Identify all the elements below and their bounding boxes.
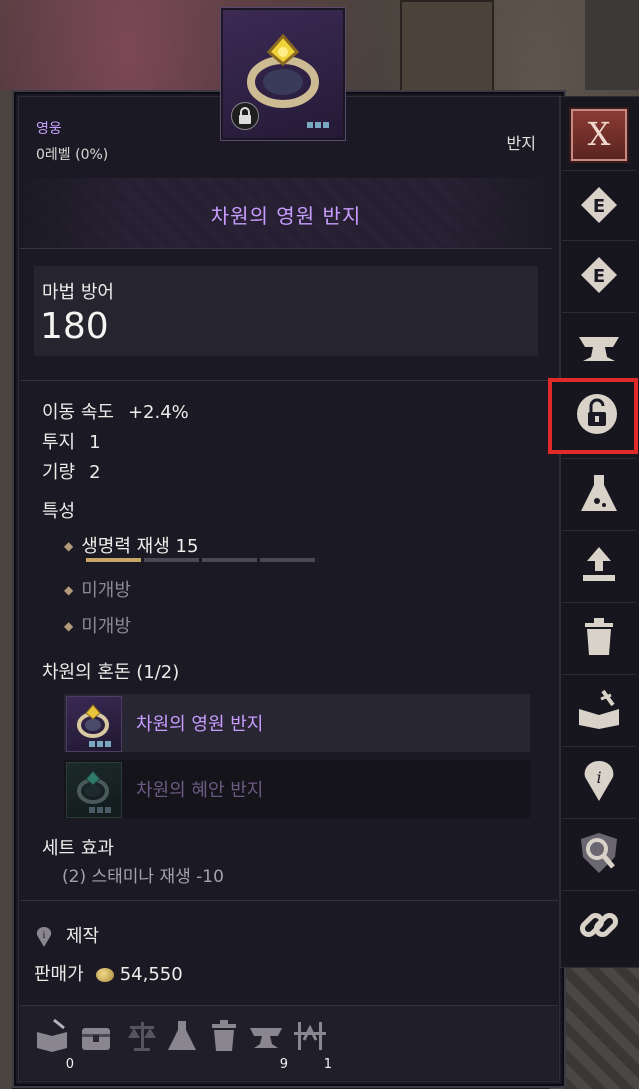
item-name-band: 차원의 영원 반지 [20, 178, 552, 249]
diamond-icon: ◆ [64, 583, 74, 597]
main-stat-value: 180 [40, 306, 109, 347]
background-edge [0, 90, 12, 1089]
icon-count: 9 [279, 1057, 288, 1072]
set-effect-title: 세트 효과 [42, 838, 114, 859]
alchemy-button[interactable] [562, 458, 636, 527]
trait-progress-segment [260, 558, 315, 562]
main-stat-label: 마법 방어 [42, 282, 114, 303]
trait-progress-bar [86, 558, 315, 562]
trait-row: ◆ 생명력 재생 15 [64, 532, 198, 558]
icon-count: 1 [323, 1057, 332, 1072]
socket-indicators [307, 122, 329, 128]
craft-row: i 제작 [36, 922, 99, 948]
anvil-icon[interactable]: 9 [248, 1018, 288, 1072]
book-quill-icon[interactable]: 0 [34, 1018, 74, 1072]
close-icon: X [587, 115, 611, 153]
info-icon: i [584, 761, 614, 801]
trait-label: 미개방 [81, 616, 131, 637]
svg-text:E: E [593, 196, 605, 217]
svg-text:E: E [593, 266, 605, 287]
magnifier-icon [581, 833, 617, 873]
divider [20, 900, 558, 901]
traits-title: 특성 [42, 501, 76, 522]
set-item[interactable]: 차원의 혜안 반지 [64, 760, 530, 818]
delete-button[interactable] [562, 602, 636, 671]
equip-e2-icon: E [581, 257, 617, 293]
set-item-name: 차원의 혜안 반지 [136, 780, 264, 801]
price-value: 54,550 [119, 964, 183, 985]
search-button[interactable] [562, 818, 636, 887]
upload-button[interactable] [562, 530, 636, 599]
link-icon [579, 912, 619, 938]
chest-icon[interactable] [78, 1018, 114, 1058]
craft-label: 제작 [66, 926, 100, 947]
ring-icon [66, 696, 122, 752]
trait-progress-segment [86, 558, 141, 562]
trash-icon [585, 618, 613, 655]
trait-label: 생명력 재생 [81, 536, 170, 557]
upload-icon [583, 547, 615, 581]
stat-row: 투지 1 [42, 428, 101, 454]
trait-label: 미개방 [81, 580, 131, 601]
item-icon-frame [221, 8, 345, 140]
set-item-name: 차원의 영원 반지 [136, 714, 264, 735]
main-stat-box: 마법 방어 180 [34, 266, 538, 356]
item-type: 반지 [506, 134, 536, 153]
item-name: 차원의 영원 반지 [210, 204, 362, 228]
set-effect: (2) 스태미나 재생 -10 [62, 867, 224, 887]
crossed-swords-icon[interactable]: 1 [292, 1018, 332, 1072]
set-item[interactable]: 차원의 영원 반지 [64, 694, 530, 752]
svg-text:i: i [43, 931, 46, 941]
trait-progress-segment [202, 558, 257, 562]
trait-progress-segment [144, 558, 199, 562]
enhance-button[interactable] [562, 312, 636, 381]
stat-value: 2 [89, 462, 101, 483]
background-wall [585, 0, 639, 90]
scales-icon[interactable] [124, 1018, 160, 1058]
book-sword-button[interactable] [562, 674, 636, 743]
trait-value: 15 [175, 536, 199, 557]
equip-e-button[interactable]: E [562, 170, 636, 239]
background-pillar [400, 0, 494, 94]
icon-count: 0 [65, 1057, 74, 1072]
stat-row: 이동 속도 +2.4% [42, 398, 189, 424]
svg-text:i: i [596, 768, 601, 787]
diamond-icon: ◆ [64, 539, 74, 553]
trait-row: ◆ 미개방 [64, 612, 131, 638]
info-button[interactable]: i [562, 746, 636, 815]
unlock-button[interactable] [548, 378, 638, 454]
trash-icon[interactable] [206, 1018, 242, 1058]
stat-label: 기량 [42, 462, 76, 483]
stat-value: 1 [89, 432, 101, 453]
pin-icon: i [36, 927, 52, 947]
item-level: 0레벨 (0%) [36, 147, 109, 163]
stat-value: +2.4% [127, 402, 189, 423]
set-title: 차원의 혼돈 (1/2) [42, 662, 180, 683]
anvil-icon [579, 337, 619, 361]
unlock-icon [577, 394, 617, 434]
ring-icon [247, 33, 319, 108]
stat-row: 기량 2 [42, 458, 101, 484]
trait-row: ◆ 미개방 [64, 576, 131, 602]
item-grade: 영웅 [36, 121, 62, 137]
diamond-icon: ◆ [64, 619, 74, 633]
close-button[interactable]: X [571, 109, 627, 161]
equip-e2-button[interactable]: E [562, 240, 636, 309]
coin-icon [95, 968, 114, 982]
flask-icon [581, 475, 617, 511]
flask-icon[interactable] [164, 1018, 200, 1058]
price-row: 판매가 54,550 [34, 960, 183, 986]
equip-e-icon: E [581, 187, 617, 223]
link-button[interactable] [562, 890, 636, 959]
item-tooltip-panel: 영웅 0레벨 (0%) 반지 차원의 영원 반지 마법 방어 180 이동 속도… [12, 90, 566, 1088]
bottom-action-bar: 0 9 1 [20, 1005, 558, 1080]
stat-label: 투지 [42, 432, 76, 453]
divider [20, 380, 558, 381]
stat-label: 이동 속도 [42, 402, 114, 423]
lock-icon [231, 102, 259, 130]
ring-icon [66, 762, 122, 818]
book-sword-icon [579, 689, 619, 729]
price-label: 판매가 [34, 964, 84, 985]
